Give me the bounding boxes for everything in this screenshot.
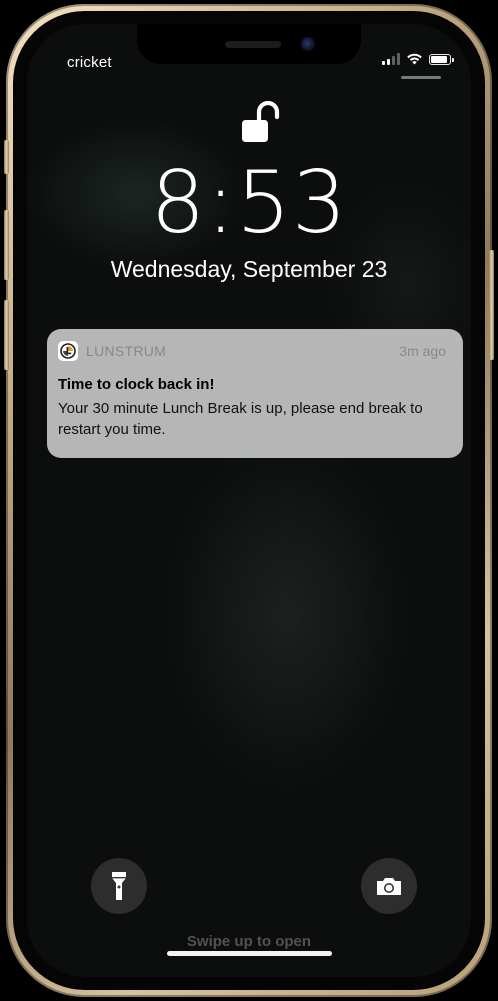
signal-strength-icon <box>382 53 400 65</box>
lock-screen-time: 8:53 <box>150 153 348 253</box>
earpiece-speaker <box>225 41 281 48</box>
notification-title: Time to clock back in! <box>58 376 215 393</box>
silent-switch <box>4 140 9 174</box>
swipe-up-hint: Swipe up to open <box>186 933 312 950</box>
flashlight-icon <box>112 872 126 900</box>
notification-body: Your 30 minute Lunch Break is up, please… <box>58 400 423 438</box>
notification-card[interactable]: LUNSTRUM 3m ago Time to clock back in! Y… <box>47 329 463 458</box>
notch <box>137 24 361 64</box>
notification-header: LUNSTRUM 3m ago <box>58 340 452 362</box>
volume-up-button <box>4 210 9 280</box>
front-camera <box>301 37 315 51</box>
lock-screen-page: cricket 8:53 Wednesday, September 23 LUN… <box>0 0 498 1001</box>
camera-button[interactable] <box>361 858 417 914</box>
home-indicator[interactable] <box>167 951 332 956</box>
side-power-button <box>489 250 494 360</box>
notification-time: 3m ago <box>399 343 446 359</box>
lunstrum-logo-icon <box>58 341 78 361</box>
notification-app-name: LUNSTRUM <box>86 343 167 359</box>
camera-icon <box>377 878 401 895</box>
unlocked-padlock-icon <box>242 100 280 142</box>
flashlight-button[interactable] <box>91 858 147 914</box>
battery-level-fill <box>431 55 447 63</box>
status-icons[interactable] <box>382 53 454 65</box>
wifi-icon <box>407 53 422 65</box>
screen: cricket 8:53 Wednesday, September 23 LUN… <box>27 24 471 977</box>
lock-screen-date: Wednesday, September 23 <box>110 256 388 282</box>
control-center-indicator[interactable] <box>401 76 441 79</box>
carrier-name: cricket <box>67 54 112 71</box>
volume-down-button <box>4 300 9 370</box>
battery-icon <box>429 53 454 65</box>
